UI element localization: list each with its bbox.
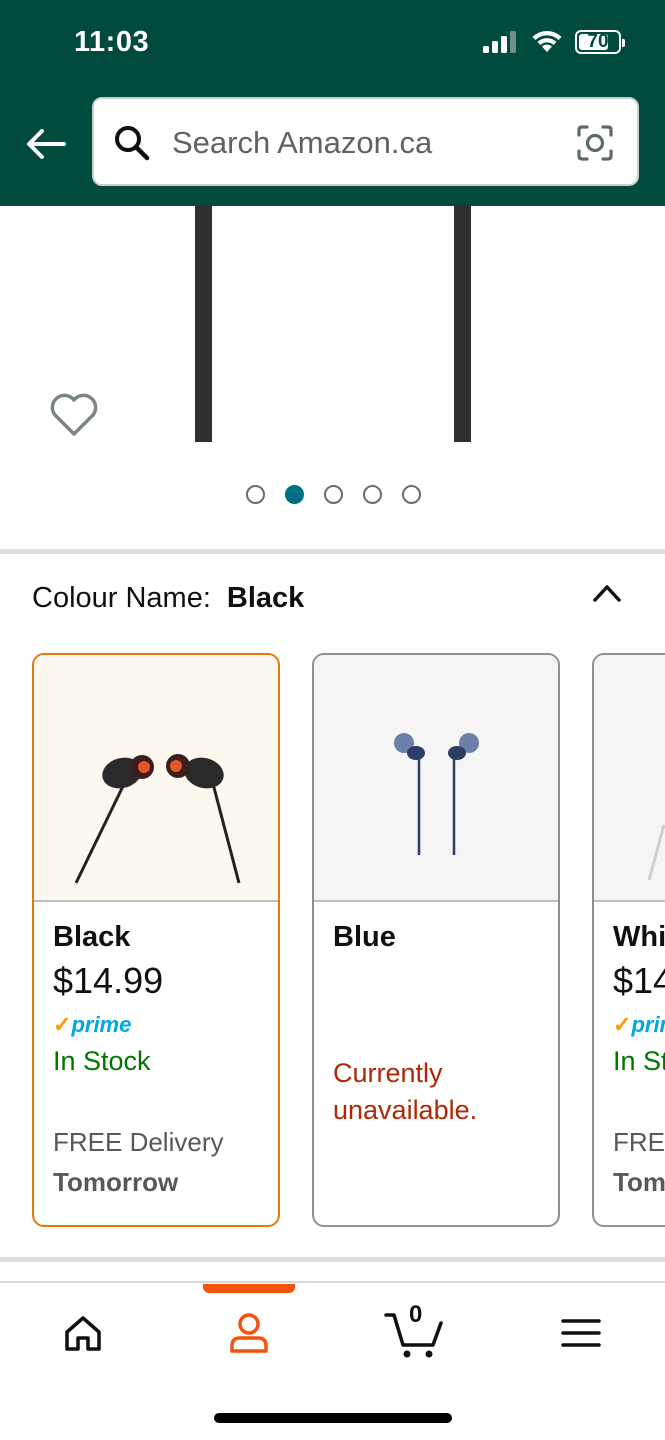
gallery-dot[interactable] <box>246 485 265 504</box>
swatch-name: White <box>613 921 665 953</box>
colour-selector-header: Colour Name: Black <box>32 582 304 615</box>
swatch-name: Blue <box>333 921 396 953</box>
product-image-gallery[interactable] <box>0 206 665 551</box>
stock-status: In Stock <box>53 1046 151 1076</box>
battery-level: 70 <box>587 31 609 52</box>
colour-label: Colour Name: <box>32 582 211 614</box>
gallery-dot[interactable] <box>324 485 343 504</box>
swatch-price: $14.99 <box>613 960 665 1001</box>
prime-check-icon: ✓ <box>53 1012 72 1037</box>
wishlist-heart-icon[interactable] <box>48 390 100 438</box>
colour-selected-value: Black <box>226 582 305 614</box>
chevron-up-icon[interactable] <box>589 578 625 608</box>
swatch-white[interactable]: White $14.99 ✓prime In Stock FREE Delive… <box>592 653 665 1227</box>
swatch-black[interactable]: Black $14.99 ✓prime In Stock FREE Delive… <box>32 653 280 1227</box>
menu-icon <box>561 1319 601 1347</box>
swatch-name: Black <box>53 921 131 953</box>
status-icons: 70 <box>483 30 625 54</box>
gallery-dot[interactable] <box>402 485 421 504</box>
search-input[interactable] <box>172 115 572 171</box>
delivery-label: FREE Delivery <box>53 1127 224 1157</box>
earbuds-white-image <box>647 824 665 881</box>
cellular-signal-icon <box>483 31 516 53</box>
nav-home[interactable] <box>23 1283 143 1383</box>
swatch-image <box>34 655 278 902</box>
app-header: 11:03 70 <box>0 0 665 206</box>
nav-account[interactable] <box>189 1283 309 1383</box>
search-bar[interactable] <box>92 97 639 186</box>
status-bar: 11:03 70 <box>0 0 665 90</box>
home-indicator[interactable] <box>214 1413 452 1423</box>
bottom-navigation: 0 <box>0 1281 665 1440</box>
delivery-label: FREE Delivery <box>613 1127 665 1157</box>
nav-cart[interactable]: 0 <box>355 1283 475 1383</box>
delivery-date: Tomorrow <box>613 1167 665 1197</box>
availability-status: Currently unavailable. <box>333 1058 478 1125</box>
back-button[interactable] <box>22 120 70 168</box>
search-icon <box>115 126 150 161</box>
stock-status: In Stock <box>613 1046 665 1076</box>
account-icon <box>230 1313 268 1353</box>
earbuds-blue-image <box>394 733 479 855</box>
nav-menu[interactable] <box>521 1283 641 1383</box>
product-image <box>195 206 212 442</box>
earbuds-black-image <box>74 754 241 884</box>
section-divider <box>0 549 665 554</box>
swatch-image <box>314 655 558 902</box>
home-icon <box>65 1316 101 1351</box>
swatch-image <box>594 655 665 902</box>
gallery-dot-active[interactable] <box>285 485 304 504</box>
gallery-dot[interactable] <box>363 485 382 504</box>
colour-swatches: Black $14.99 ✓prime In Stock FREE Delive… <box>32 653 665 1228</box>
delivery-date: Tomorrow <box>53 1167 179 1197</box>
prime-badge: ✓prime <box>53 1012 132 1037</box>
gallery-pagination <box>0 485 665 504</box>
back-arrow-icon <box>27 129 66 159</box>
cart-count: 0 <box>409 1301 423 1328</box>
swatch-price: $14.99 <box>53 960 164 1001</box>
swatch-blue[interactable]: Blue Currently unavailable. <box>312 653 560 1227</box>
product-image <box>454 206 471 442</box>
status-time: 11:03 <box>74 26 150 58</box>
battery-icon: 70 <box>575 30 625 54</box>
camera-search-icon[interactable] <box>575 123 615 163</box>
section-divider <box>0 1257 665 1262</box>
prime-check-icon: ✓ <box>613 1012 632 1037</box>
prime-badge: ✓prime <box>613 1012 665 1037</box>
wifi-icon <box>532 30 562 52</box>
